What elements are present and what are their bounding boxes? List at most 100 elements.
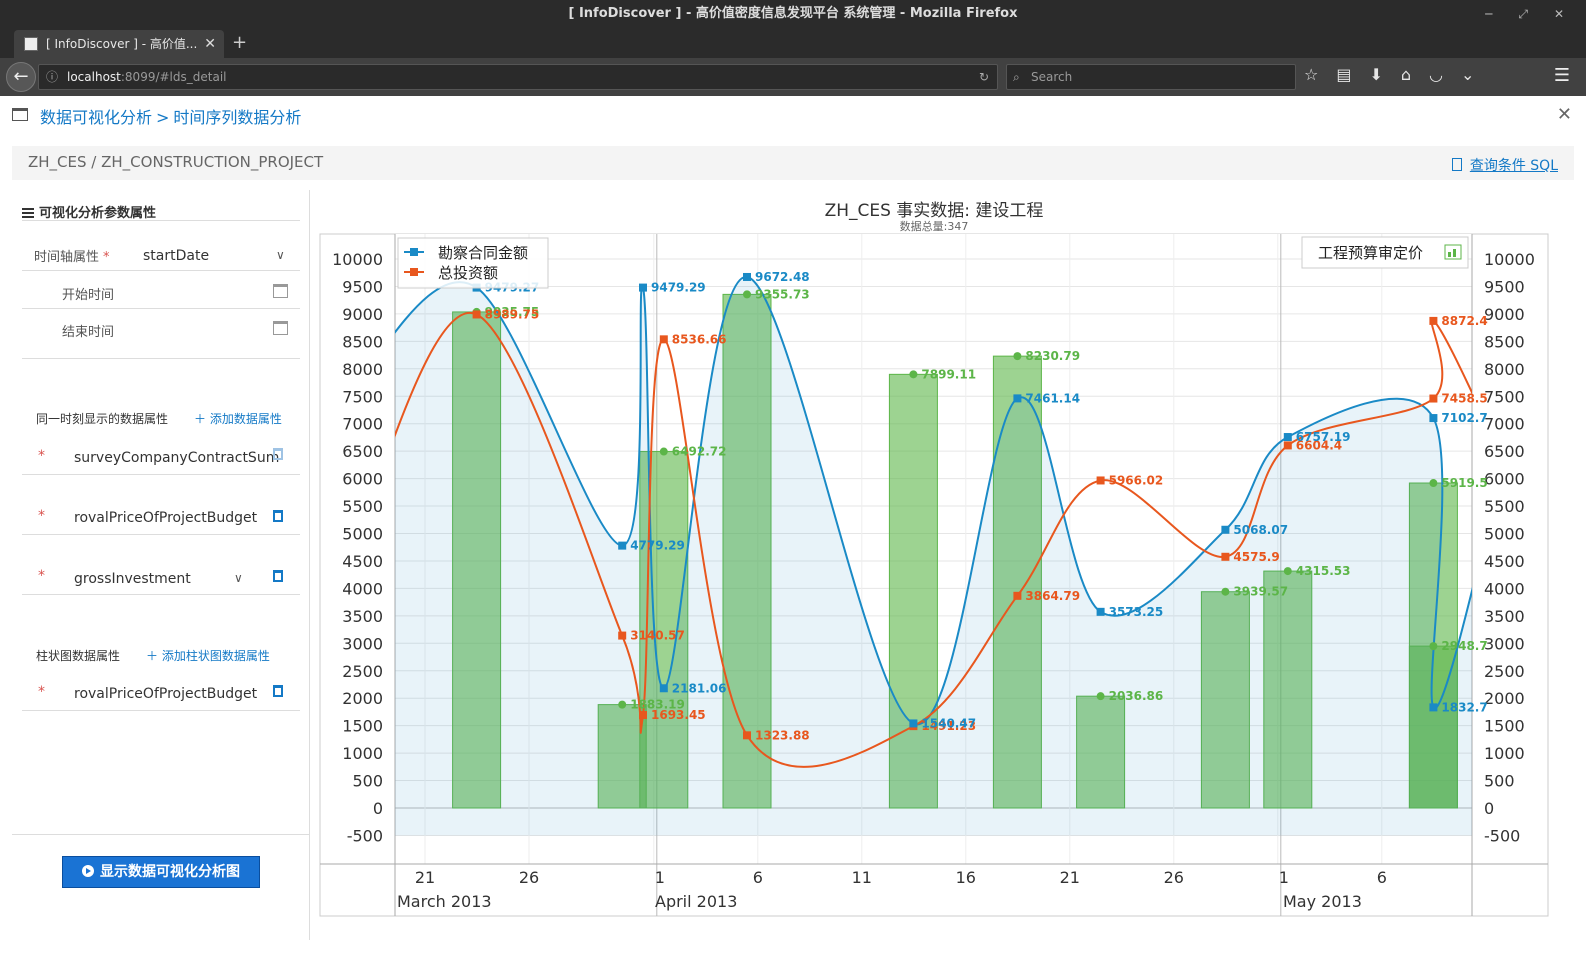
y-tick-label-left: 1000 xyxy=(342,744,383,763)
gross-data-label: 1323.88 xyxy=(755,728,810,742)
gross-data-label: 4575.9 xyxy=(1233,550,1279,564)
y-tick-label-right: 7000 xyxy=(1484,415,1525,434)
y-tick-label-left: 5000 xyxy=(342,525,383,544)
y-tick-label-right: 2000 xyxy=(1484,689,1525,708)
y-tick-label-left: 5500 xyxy=(342,497,383,516)
x-tick-label: 6 xyxy=(753,868,763,887)
budget-marker xyxy=(1013,352,1022,361)
budget-marker xyxy=(909,370,918,379)
y-tick-label-left: 6000 xyxy=(342,470,383,489)
survey-marker xyxy=(1096,607,1105,616)
survey-marker xyxy=(1429,703,1438,712)
survey-data-label: 9479.29 xyxy=(651,281,706,295)
gross-marker xyxy=(618,631,627,640)
gross-data-label: 7458.5 xyxy=(1441,392,1487,406)
y-tick-label-right: 10000 xyxy=(1484,250,1535,269)
survey-data-label: 4779.29 xyxy=(630,539,685,553)
y-tick-label-right: 9500 xyxy=(1484,277,1525,296)
x-tick-label: 6 xyxy=(1377,868,1387,887)
y-tick-label-right: 500 xyxy=(1484,772,1515,791)
survey-data-label: 1832.7 xyxy=(1441,700,1487,714)
gross-data-label: 8536.66 xyxy=(672,332,727,346)
y-tick-label-left: 3500 xyxy=(342,607,383,626)
budget-marker xyxy=(659,447,668,456)
budget-data-label: 2948.7 xyxy=(1441,639,1487,653)
legend-label: 勘察合同金额 xyxy=(438,244,528,262)
x-tick-label: 1 xyxy=(1279,868,1289,887)
y-tick-label-left: 9500 xyxy=(342,277,383,296)
x-tick-label: 26 xyxy=(519,868,539,887)
survey-data-label: 3573.25 xyxy=(1109,605,1164,619)
x-tick-label: 26 xyxy=(1164,868,1184,887)
budget-marker xyxy=(1096,692,1105,701)
y-tick-label-right: 6000 xyxy=(1484,470,1525,489)
gross-data-label: 3864.79 xyxy=(1025,589,1080,603)
gross-marker xyxy=(1096,476,1105,485)
gross-marker xyxy=(743,731,751,740)
x-tick-label: 11 xyxy=(852,868,872,887)
gross-marker xyxy=(1283,441,1292,450)
gross-marker xyxy=(659,335,668,344)
y-tick-label-right: 2500 xyxy=(1484,662,1525,681)
y-tick-label-right: 5000 xyxy=(1484,525,1525,544)
y-tick-label-left: 500 xyxy=(352,772,383,791)
y-tick-label-left: 2500 xyxy=(342,662,383,681)
budget-marker xyxy=(618,700,627,709)
survey-data-label: 7461.14 xyxy=(1025,391,1080,405)
survey-data-label: 5068.07 xyxy=(1233,523,1288,537)
gross-marker xyxy=(639,711,647,720)
budget-data-label: 2036.86 xyxy=(1109,689,1164,703)
legend-label: 总投资额 xyxy=(438,264,498,282)
y-tick-label-right: 9000 xyxy=(1484,305,1525,324)
y-tick-label-left: 1500 xyxy=(342,717,383,736)
y-tick-label-right: 6500 xyxy=(1484,442,1525,461)
budget-data-label: 8230.79 xyxy=(1025,349,1080,363)
y-tick-label-right: 0 xyxy=(1484,799,1494,818)
bar-chart-icon-bar xyxy=(1453,249,1456,257)
y-tick-label-right: 8000 xyxy=(1484,360,1525,379)
survey-marker xyxy=(743,272,751,281)
survey-marker xyxy=(1221,525,1230,534)
y-tick-label-left: -500 xyxy=(347,826,383,845)
gross-marker xyxy=(1429,394,1438,403)
x-tick-label: 21 xyxy=(415,868,435,887)
survey-data-label: 6757.19 xyxy=(1296,430,1351,444)
budget-data-label: 4315.53 xyxy=(1296,564,1351,578)
survey-data-label: 7102.7 xyxy=(1441,411,1487,425)
y-tick-label-right: 3500 xyxy=(1484,607,1525,626)
legend-swatch-marker xyxy=(410,268,418,276)
y-tick-label-right: 5500 xyxy=(1484,497,1525,516)
gross-data-label: 8872.4 xyxy=(1441,314,1487,328)
y-tick-label-left: 8500 xyxy=(342,332,383,351)
x-month-label: April 2013 xyxy=(655,892,737,911)
survey-marker xyxy=(618,541,627,550)
y-tick-label-right: 3000 xyxy=(1484,634,1525,653)
y-tick-label-right: 8500 xyxy=(1484,332,1525,351)
survey-marker xyxy=(1283,433,1292,442)
y-tick-label-left: 4500 xyxy=(342,552,383,571)
y-tick-label-left: 7000 xyxy=(342,415,383,434)
budget-data-label: 7899.11 xyxy=(921,367,976,381)
gross-marker xyxy=(1429,316,1438,325)
gross-marker xyxy=(472,310,481,319)
x-tick-label: 21 xyxy=(1060,868,1080,887)
y-tick-label-left: 9000 xyxy=(342,305,383,324)
gross-data-label: 5966.02 xyxy=(1109,473,1164,487)
budget-data-label: 5919.5 xyxy=(1441,476,1487,490)
y-tick-label-right: -500 xyxy=(1484,826,1520,845)
gross-marker xyxy=(1013,591,1022,600)
y-tick-label-right: 1000 xyxy=(1484,744,1525,763)
budget-marker xyxy=(1429,642,1438,651)
x-month-label: March 2013 xyxy=(397,892,492,911)
bar-chart-icon-bar xyxy=(1448,252,1451,257)
y-tick-label-left: 6500 xyxy=(342,442,383,461)
survey-marker xyxy=(639,283,647,292)
gross-marker xyxy=(1221,552,1230,561)
time-series-chart[interactable]: 10000 100009500 95009000 90008500 85008000 80… xyxy=(0,0,1586,960)
x-tick-label: 1 xyxy=(655,868,665,887)
budget-data-label: 3939.57 xyxy=(1233,585,1288,599)
y-tick-label-right: 1500 xyxy=(1484,717,1525,736)
survey-marker xyxy=(909,719,918,728)
y-tick-label-left: 8000 xyxy=(342,360,383,379)
survey-marker xyxy=(1429,414,1438,423)
